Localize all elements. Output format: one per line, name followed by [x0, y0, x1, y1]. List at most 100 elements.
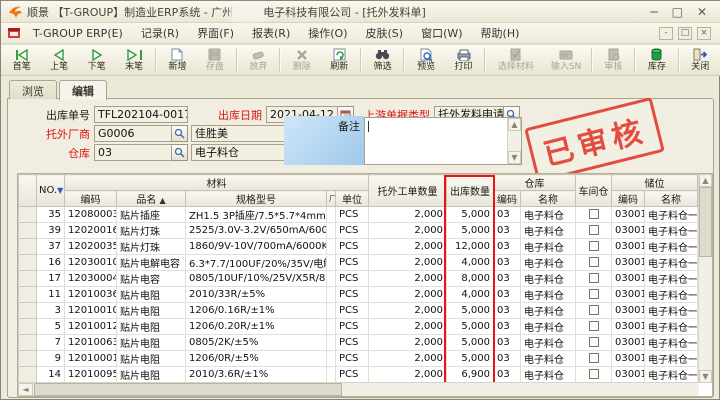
cell-sel[interactable]: [19, 287, 37, 303]
cell-cb[interactable]: [576, 367, 612, 383]
cell-no[interactable]: 14: [37, 367, 65, 383]
cell-spec[interactable]: 1860/9V-10V/700mA/6000K-6500K/...: [186, 239, 327, 255]
close-button[interactable]: ✕: [697, 2, 707, 22]
cell-unit[interactable]: PCS: [336, 239, 369, 255]
cell-unit[interactable]: PCS: [336, 367, 369, 383]
col-header-unit[interactable]: 单位: [336, 191, 369, 207]
menu-item-report[interactable]: 报表(R): [243, 23, 299, 43]
cell-wh_code[interactable]: 03: [494, 303, 521, 319]
cell-no[interactable]: 17: [37, 271, 65, 287]
cell-spec[interactable]: 0805/10UF/10%/25V/X5R/85℃: [186, 271, 327, 287]
cell-order_qty[interactable]: 2,000: [369, 255, 447, 271]
cell-brand[interactable]: [327, 239, 336, 255]
col-header-no[interactable]: NO.▼: [37, 175, 65, 207]
workshop-checkbox[interactable]: [589, 273, 599, 283]
cell-wh_name[interactable]: 电子料仓: [521, 351, 576, 367]
cell-no[interactable]: 39: [37, 223, 65, 239]
cell-spec[interactable]: ZH1.5 3P插座/7.5*5.7*4mm: [186, 207, 327, 223]
cell-spec[interactable]: 6.3*7.7/100UF/20%/35V/电解/105℃: [186, 255, 327, 271]
menu-item-window[interactable]: 窗口(W): [412, 23, 471, 43]
cell-order_qty[interactable]: 2,000: [369, 207, 447, 223]
cell-code[interactable]: 12010010: [65, 303, 117, 319]
scroll-up-icon[interactable]: ▲: [699, 174, 712, 187]
grid-row[interactable]: 1712030004贴片电容0805/10UF/10%/25V/X5R/85℃P…: [19, 271, 698, 287]
cell-unit[interactable]: PCS: [336, 335, 369, 351]
cell-brand[interactable]: [327, 303, 336, 319]
print-button[interactable]: 打印: [445, 46, 482, 74]
cell-loc_name[interactable]: 电子料仓一储: [645, 223, 698, 239]
order-no-field[interactable]: TFL202104-0017: [94, 106, 188, 123]
cell-name[interactable]: 贴片电阻: [117, 303, 186, 319]
workshop-checkbox[interactable]: [589, 369, 599, 379]
last-record-button[interactable]: 末笔: [115, 46, 152, 74]
cell-cb[interactable]: [576, 319, 612, 335]
menu-item-skin[interactable]: 皮肤(S): [357, 23, 413, 43]
cell-wh_name[interactable]: 电子料仓: [521, 319, 576, 335]
workshop-checkbox[interactable]: [589, 289, 599, 299]
grid-row[interactable]: 712010063贴片电阻0805/2K/±5%PCS2,0005,00003电…: [19, 335, 698, 351]
cell-wh_name[interactable]: 电子料仓: [521, 223, 576, 239]
cell-sel[interactable]: [19, 367, 37, 383]
save-button[interactable]: 存盘: [196, 46, 233, 74]
cell-order_qty[interactable]: 2,000: [369, 335, 447, 351]
cell-loc_name[interactable]: 电子料仓一储: [645, 303, 698, 319]
scroll-up-icon[interactable]: ▲: [508, 118, 521, 131]
cell-wh_name[interactable]: 电子料仓: [521, 271, 576, 287]
cell-brand[interactable]: [327, 319, 336, 335]
cell-order_qty[interactable]: 2,000: [369, 287, 447, 303]
cell-no[interactable]: 3: [37, 303, 65, 319]
col-header-wh-name[interactable]: 名称: [521, 191, 576, 207]
grid-row[interactable]: 512010012贴片电阻1206/0.20R/±1%PCS2,0005,000…: [19, 319, 698, 335]
first-record-button[interactable]: 首笔: [3, 46, 40, 74]
cell-unit[interactable]: PCS: [336, 287, 369, 303]
cell-loc_name[interactable]: 电子料仓一储: [645, 367, 698, 383]
cell-loc_name[interactable]: 电子料仓一储: [645, 207, 698, 223]
mdi-minimize-button[interactable]: -: [659, 27, 673, 40]
cell-out_qty[interactable]: 12,000: [447, 239, 494, 255]
cell-wh_name[interactable]: 电子料仓: [521, 367, 576, 383]
cell-brand[interactable]: [327, 335, 336, 351]
cell-name[interactable]: 贴片电解电容: [117, 255, 186, 271]
cell-cb[interactable]: [576, 287, 612, 303]
cell-name[interactable]: 贴片电阻: [117, 319, 186, 335]
cell-out_qty[interactable]: 8,000: [447, 271, 494, 287]
cell-loc_name[interactable]: 电子料仓一储: [645, 271, 698, 287]
cell-loc_code[interactable]: 03001: [612, 367, 645, 383]
refresh-button[interactable]: 刷新: [321, 46, 358, 74]
col-header-out-qty[interactable]: 出库数量: [447, 175, 494, 207]
filter-button[interactable]: 筛选: [364, 46, 401, 74]
cell-wh_name[interactable]: 电子料仓: [521, 239, 576, 255]
workshop-checkbox[interactable]: [589, 209, 599, 219]
cell-wh_name[interactable]: 电子料仓: [521, 207, 576, 223]
cell-sel[interactable]: [19, 351, 37, 367]
previous-record-button[interactable]: 上笔: [40, 46, 77, 74]
cell-brand[interactable]: [327, 223, 336, 239]
cell-loc_code[interactable]: 03001: [612, 319, 645, 335]
grid-horizontal-scrollbar[interactable]: ◄: [18, 382, 699, 396]
cell-name[interactable]: 贴片电容: [117, 271, 186, 287]
close-form-button[interactable]: 关闭: [682, 46, 719, 74]
workshop-checkbox[interactable]: [589, 321, 599, 331]
cell-out_qty[interactable]: 6,900: [447, 367, 494, 383]
cell-unit[interactable]: PCS: [336, 351, 369, 367]
abandon-button[interactable]: 放弃: [240, 46, 277, 74]
cell-loc_name[interactable]: 电子料仓一储: [645, 255, 698, 271]
cell-loc_code[interactable]: 03001: [612, 239, 645, 255]
cell-name[interactable]: 贴片插座: [117, 207, 186, 223]
input-sn-button[interactable]: 输入SN: [543, 46, 588, 74]
grid-row[interactable]: 3712020035贴片灯珠1860/9V-10V/700mA/6000K-65…: [19, 239, 698, 255]
cell-cb[interactable]: [576, 223, 612, 239]
cell-no[interactable]: 16: [37, 255, 65, 271]
col-header-name[interactable]: 品名 ▲: [117, 191, 186, 207]
grid-vertical-scrollbar[interactable]: ▲ ▼: [698, 174, 712, 383]
cell-wh_name[interactable]: 电子料仓: [521, 287, 576, 303]
cell-unit[interactable]: PCS: [336, 255, 369, 271]
maximize-button[interactable]: □: [672, 2, 683, 22]
mdi-close-button[interactable]: ×: [697, 27, 711, 40]
workshop-checkbox[interactable]: [589, 257, 599, 267]
cell-brand[interactable]: [327, 207, 336, 223]
cell-sel[interactable]: [19, 303, 37, 319]
cell-no[interactable]: 5: [37, 319, 65, 335]
preview-button[interactable]: 预览: [407, 46, 444, 74]
cell-no[interactable]: 9: [37, 351, 65, 367]
